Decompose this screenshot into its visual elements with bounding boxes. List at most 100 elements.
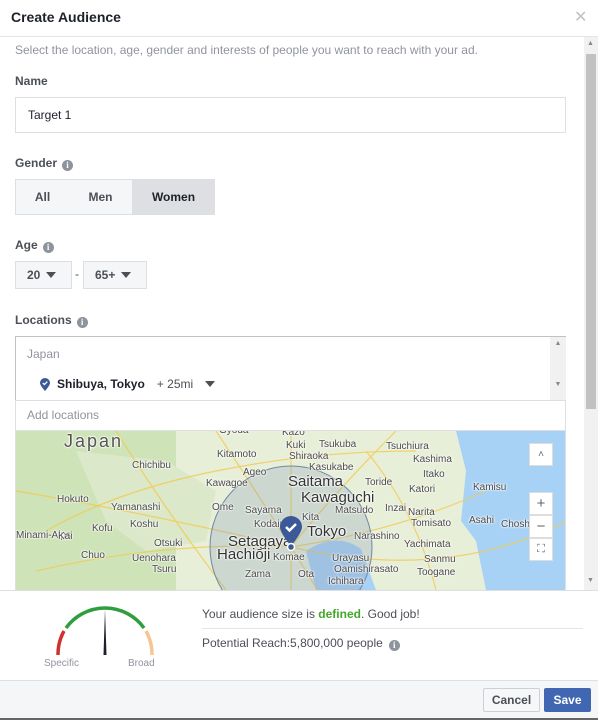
age-min-dropdown[interactable]: 20 — [15, 261, 72, 289]
map-label: Koshu — [130, 519, 159, 530]
name-input[interactable]: Target 1 — [15, 97, 566, 133]
map-label: Ageo — [243, 467, 267, 478]
radius-value: + 25mi — [156, 377, 194, 391]
audience-gauge — [56, 606, 154, 656]
age-min-value: 20 — [27, 268, 41, 282]
map-label: Saitama — [288, 473, 344, 490]
map-label: Toride — [365, 477, 393, 488]
gender-men-button[interactable]: Men — [69, 179, 133, 215]
map-label: Kazo — [282, 431, 305, 438]
save-button[interactable]: Save — [544, 688, 591, 712]
cancel-button[interactable]: Cancel — [483, 688, 540, 712]
age-separator: - — [75, 267, 79, 281]
map-label: Chichibu — [132, 460, 171, 471]
map-label: Yachimata — [404, 539, 451, 550]
map-label: Tsukuba — [319, 439, 357, 450]
reach-text: Potential Reach:5,800,000 people — [202, 636, 383, 650]
close-icon[interactable]: ✕ — [574, 7, 587, 27]
map-label: Narashino — [354, 531, 400, 542]
map-label: Shiraoka — [289, 451, 329, 462]
map-label: Zama — [245, 569, 271, 580]
audience-status: Your audience size is defined. Good job! — [202, 607, 420, 621]
map-label: Inzai — [385, 503, 407, 514]
zoom-out-button[interactable]: − — [529, 515, 553, 538]
map-label: Kawaguchi — [301, 489, 375, 506]
dialog-title: Create Audience — [11, 9, 121, 25]
age-max-value: 65+ — [95, 268, 116, 282]
map-label: Toogane — [417, 567, 456, 578]
map-label: Kawagoe — [206, 478, 248, 489]
map-label: Tomisato — [411, 518, 452, 529]
map-label: Kita — [302, 512, 320, 523]
age-label-text: Age — [15, 238, 38, 252]
map-label: Hachiōji — [217, 546, 271, 563]
map-label: Matsudo — [335, 505, 374, 516]
name-label: Name — [15, 74, 48, 88]
potential-reach: Potential Reach:5,800,000 people i — [202, 636, 400, 651]
map-label: Choshi — [501, 519, 533, 530]
map-label: Hokuto — [57, 494, 89, 505]
age-max-dropdown[interactable]: 65+ — [83, 261, 147, 289]
map-label: Chuo — [81, 550, 105, 561]
map-label: Kashima — [413, 454, 452, 465]
location-name: Shibuya, Tokyo — [57, 377, 145, 391]
info-icon[interactable]: i — [76, 317, 88, 328]
map-label: Ome — [212, 502, 234, 513]
gender-women-button[interactable]: Women — [132, 179, 215, 215]
status-word: defined — [318, 607, 361, 621]
dialog-header: Create Audience ✕ — [0, 0, 598, 37]
map-label: Itako — [423, 469, 445, 480]
gauge-specific-label: Specific — [44, 658, 80, 669]
description: Select the location, age, gender and int… — [15, 43, 478, 57]
map-label: Gyoda — [219, 431, 248, 436]
map-label: Oamishirasato — [334, 564, 399, 575]
gender-all-button[interactable]: All — [15, 179, 70, 215]
map-label: Kitamoto — [217, 449, 257, 460]
map-label: Kamisu — [473, 482, 507, 493]
gender-label: Gender i — [15, 156, 74, 171]
scrollbar-thumb[interactable] — [586, 54, 596, 409]
audience-summary: Specific Broad Your audience size is def… — [0, 590, 598, 680]
map-label: Ota — [298, 569, 315, 580]
map-label: Kofu — [92, 523, 113, 534]
location-item: Shibuya, Tokyo + 25mi — [40, 377, 216, 391]
map-label: Uenohara — [132, 553, 176, 564]
scroll-down-icon[interactable]: ▼ — [587, 577, 594, 584]
scroll-up-icon[interactable]: ▲ — [587, 40, 594, 47]
map-label: Komae — [273, 552, 305, 563]
locations-scrollbar[interactable]: ▲ ▼ — [550, 337, 566, 400]
map-label: Asahi — [469, 515, 495, 526]
map-label: Kai — [58, 531, 73, 542]
map-label: Narita — [408, 507, 435, 518]
add-locations-input[interactable]: Add locations — [15, 400, 566, 431]
map-label: Urayasu — [332, 553, 370, 564]
location-map[interactable]: Japan Gyoda Kazo Kuki Tsukuba Kitamoto Shiraok… — [15, 431, 566, 590]
info-icon[interactable]: i — [388, 640, 400, 651]
map-label: Yamanashi — [111, 502, 161, 513]
selected-locations-box: Japan Shibuya, Tokyo + 25mi ▲ ▼ — [15, 336, 566, 401]
age-label: Age i — [15, 238, 54, 253]
location-country: Japan — [27, 347, 60, 361]
map-pin-icon — [280, 516, 302, 552]
radius-dropdown-caret-icon[interactable] — [205, 381, 216, 387]
locations-label: Locations i — [15, 313, 88, 328]
map-label: Sanmu — [424, 554, 456, 565]
gauge-needle — [103, 609, 107, 655]
zoom-in-button[interactable]: + — [529, 492, 553, 515]
map-label: Kasukabe — [309, 462, 354, 473]
caret-down-icon — [46, 272, 57, 278]
dialog-footer: Cancel Save — [0, 680, 598, 720]
map-collapse-button[interactable]: ˄ — [529, 443, 553, 466]
recenter-icon[interactable]: ⛶ — [529, 538, 553, 561]
info-icon[interactable]: i — [42, 242, 54, 253]
status-prefix: Your audience size is — [202, 607, 319, 621]
gender-label-text: Gender — [15, 156, 58, 170]
caret-down-icon — [121, 272, 132, 278]
map-label: Tsuchiura — [386, 441, 429, 452]
map-label: Katori — [409, 484, 436, 495]
locations-label-text: Locations — [15, 313, 72, 327]
map-label: Kuki — [286, 440, 306, 451]
map-label: Tsuru — [152, 564, 177, 575]
location-pin-icon — [40, 377, 50, 391]
info-icon[interactable]: i — [62, 160, 74, 171]
